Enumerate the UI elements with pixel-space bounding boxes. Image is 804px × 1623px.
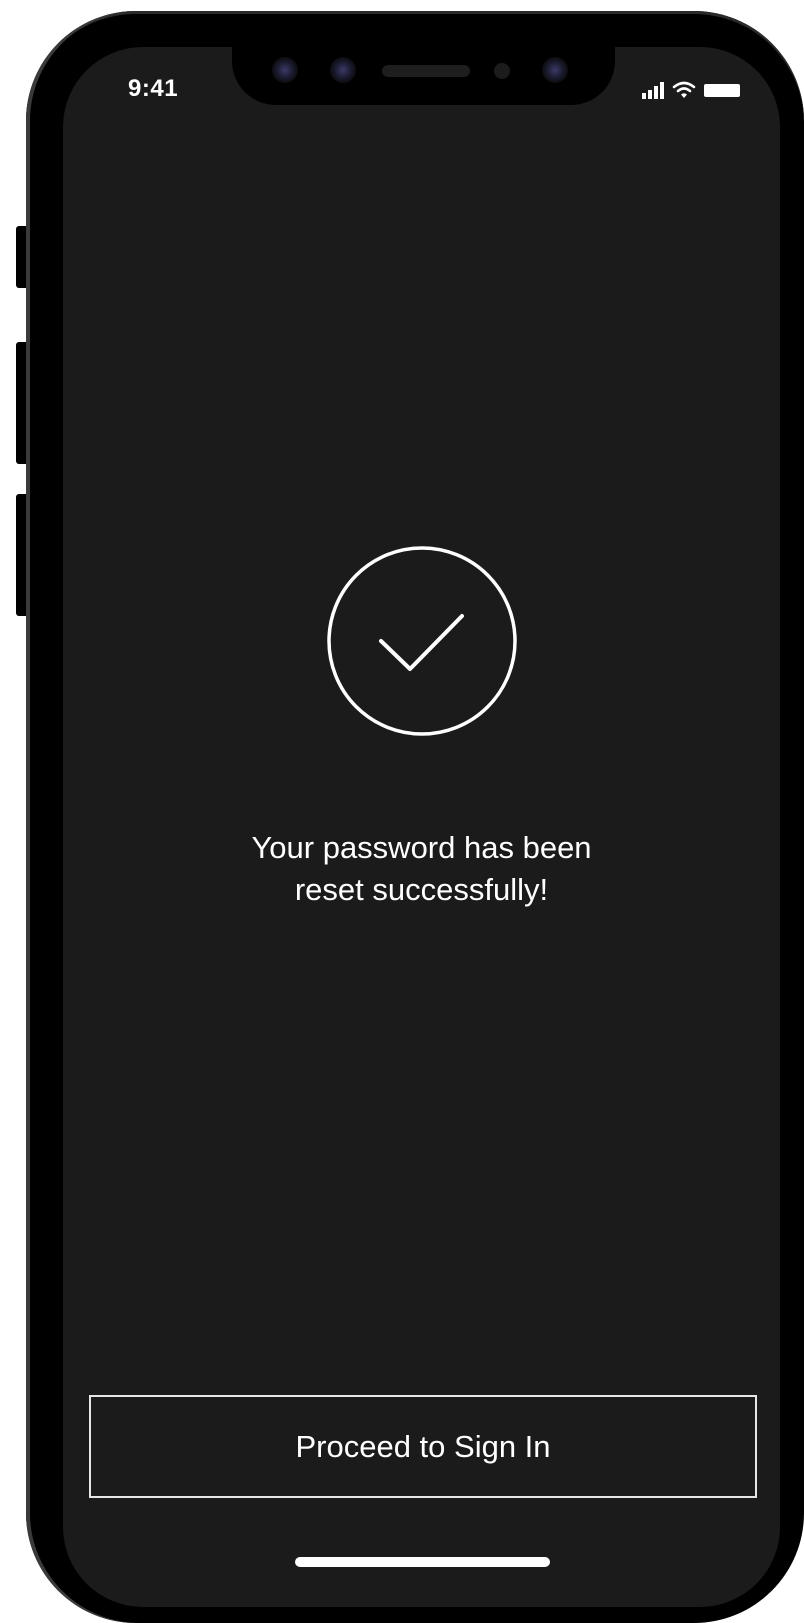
- battery-icon: [704, 84, 740, 97]
- notch: [232, 47, 615, 105]
- success-message: Your password has been reset successfull…: [63, 827, 780, 911]
- home-indicator[interactable]: [295, 1557, 550, 1567]
- signal-icon: [642, 81, 664, 99]
- wifi-icon: [672, 81, 696, 98]
- status-icons: [642, 77, 740, 99]
- status-time: 9:41: [128, 75, 179, 102]
- face-id-sensor-icon: [330, 57, 356, 83]
- front-camera-icon: [272, 57, 298, 83]
- success-message-line-1: Your password has been: [251, 830, 592, 865]
- earpiece-speaker: [382, 65, 470, 77]
- proceed-to-sign-in-button[interactable]: Proceed to Sign In: [89, 1395, 757, 1498]
- proximity-sensor: [494, 63, 510, 79]
- checkmark-circle-icon: [326, 545, 518, 737]
- phone-screen: 9:41 Your password has been reset succes…: [63, 47, 780, 1607]
- dot-projector-icon: [542, 57, 568, 83]
- success-message-line-2: reset successfully!: [294, 872, 549, 907]
